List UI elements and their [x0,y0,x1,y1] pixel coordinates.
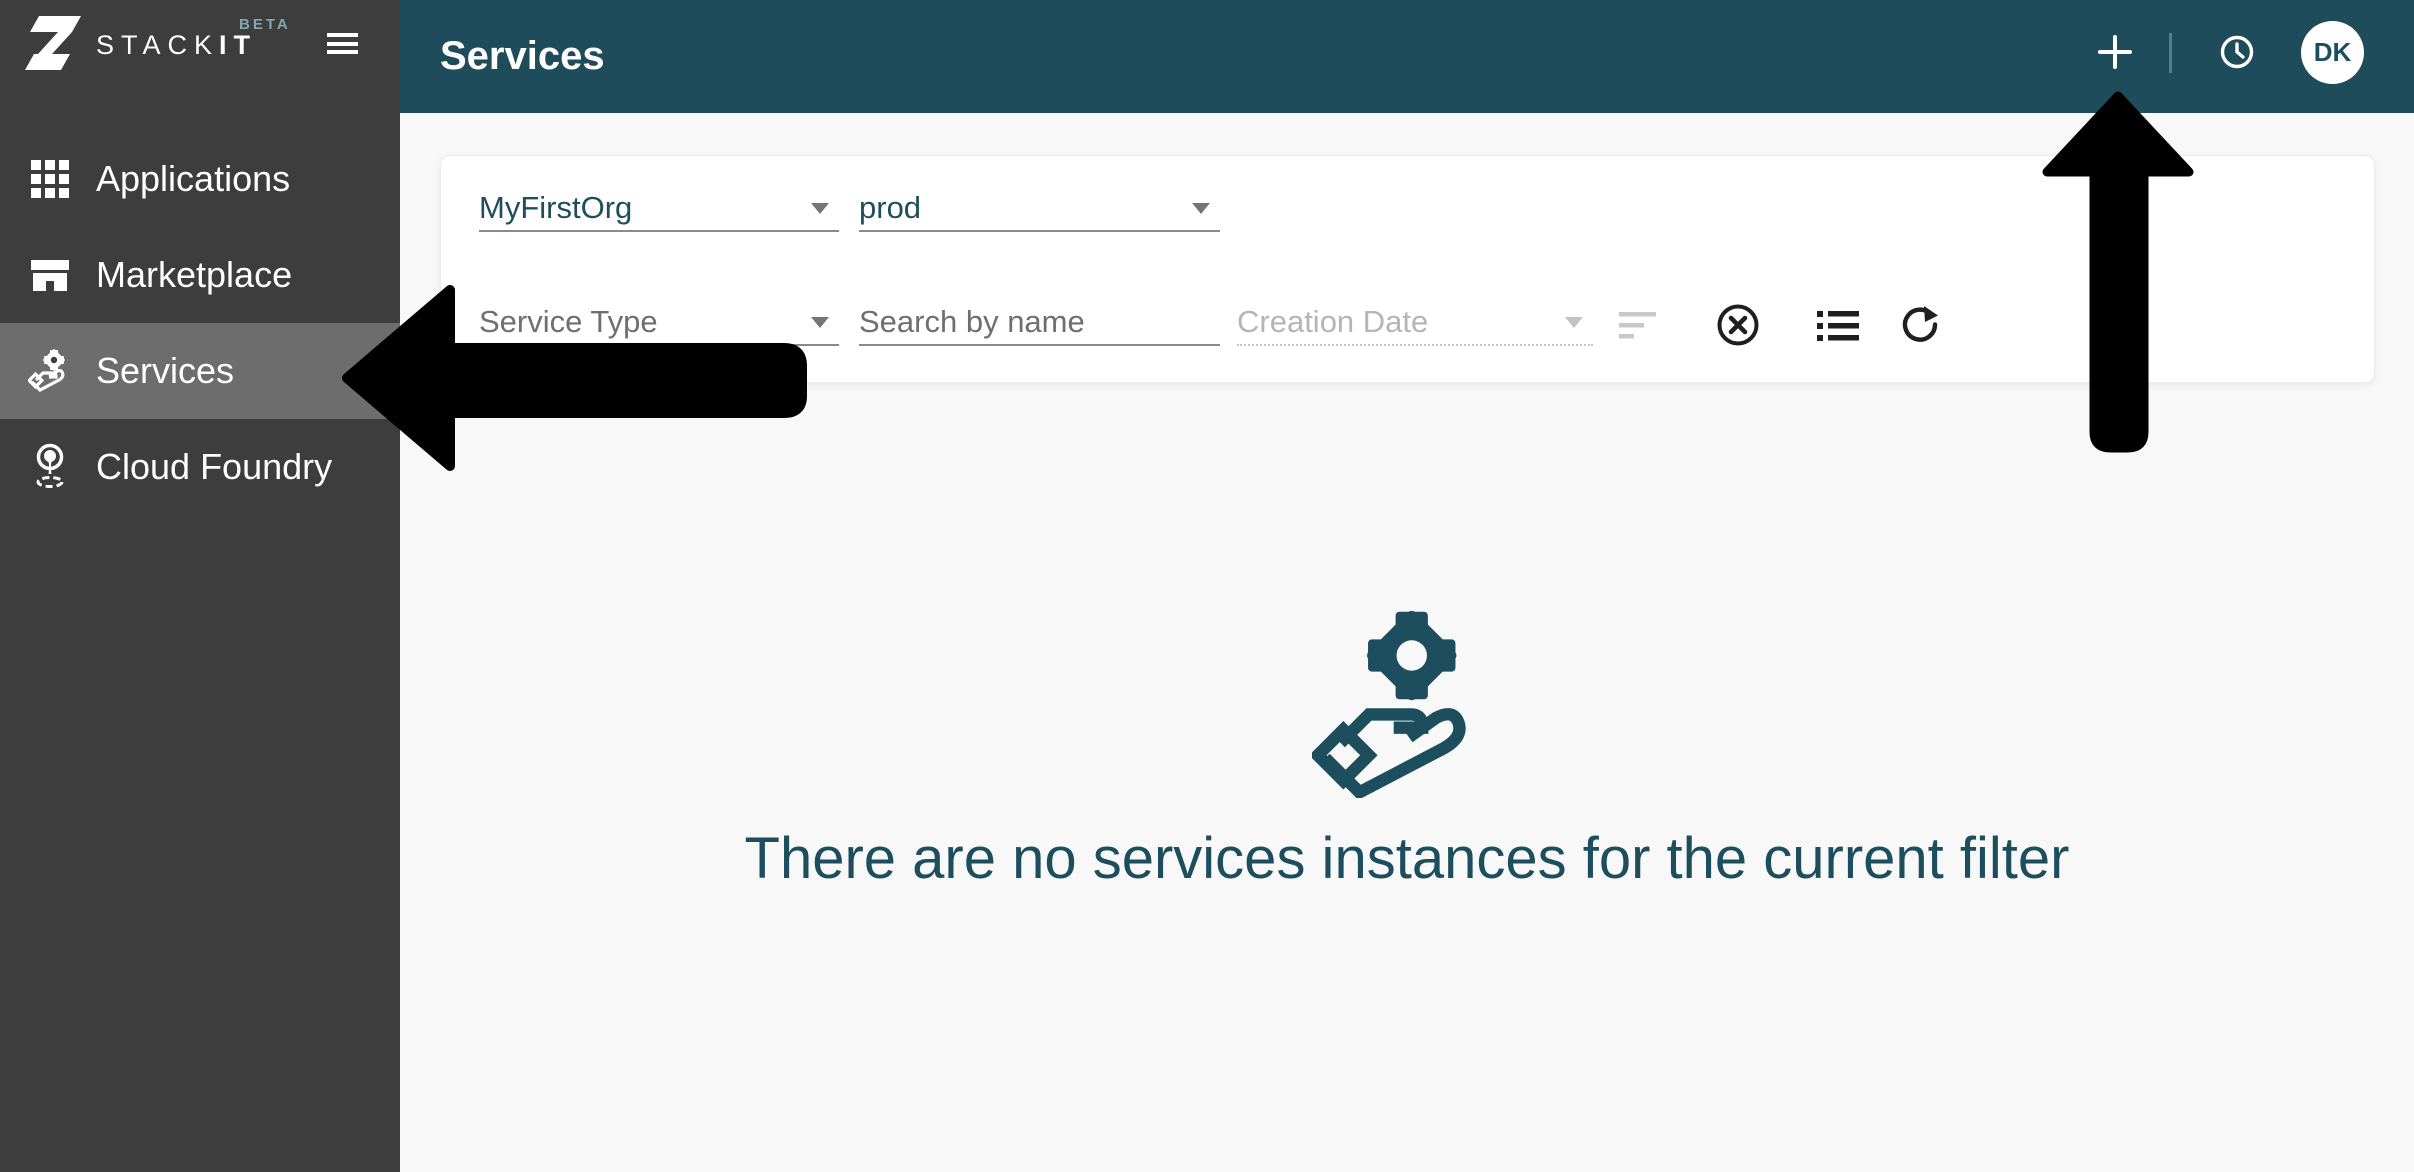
organization-value: MyFirstOrg [479,190,811,226]
sidebar-item-cloud-foundry[interactable]: Cloud Foundry [0,419,400,515]
sidebar-item-services[interactable]: Services [0,323,400,419]
creation-date-label: Creation Date [1237,304,1565,340]
refresh-button[interactable] [1897,302,1941,346]
filter-card: MyFirstOrg prod Service Type Creation Da… [440,155,2375,383]
page-title: Services [440,0,605,113]
clear-filter-icon [1716,303,1760,347]
sort-icon [1619,311,1659,341]
sidebar-item-label: Cloud Foundry [96,446,332,488]
search-input[interactable] [859,300,1220,346]
sidebar-nav: Applications Marketplace [0,131,400,515]
beta-badge: BETA [239,16,291,33]
header-divider [2169,33,2172,73]
refresh-icon [1898,303,1940,345]
sidebar: STACKIT BETA Applications [0,0,400,1172]
sidebar-item-applications[interactable]: Applications [0,131,400,227]
brand-header: STACKIT BETA [0,0,400,86]
project-select[interactable]: prod [859,186,1220,232]
empty-state-message-wrap: There are no services instances for the … [400,826,2414,892]
storefront-icon [28,257,72,293]
sidebar-item-label: Services [96,350,234,392]
stackit-logo-icon [25,16,85,70]
chevron-down-icon [811,203,829,214]
chevron-down-icon [1192,203,1210,214]
cloud-foundry-icon [28,443,72,491]
plus-icon [2097,34,2133,70]
project-value: prod [859,190,1192,226]
chevron-down-icon [1565,317,1583,328]
creation-date-select: Creation Date [1237,300,1593,346]
clear-filter-button[interactable] [1716,303,1760,347]
history-button[interactable] [2219,34,2255,75]
apps-grid-icon [28,160,72,198]
chevron-down-icon [811,317,829,328]
organization-select[interactable]: MyFirstOrg [479,186,839,232]
list-view-icon [1817,310,1859,342]
empty-state-message: There are no services instances for the … [745,826,2070,892]
list-view-button[interactable] [1816,304,1860,348]
service-type-label: Service Type [479,304,811,340]
add-service-button[interactable] [2097,34,2133,75]
services-empty-icon [1312,608,1502,803]
brand-name: STACKIT [96,30,257,61]
hand-gear-icon [28,349,72,393]
service-type-select[interactable]: Service Type [479,300,839,346]
sidebar-item-label: Marketplace [96,254,292,296]
sort-button [1617,304,1661,348]
clock-icon [2219,34,2255,70]
user-avatar[interactable]: DK [2301,21,2364,84]
hamburger-menu-icon[interactable] [327,33,358,54]
top-header: Services DK [400,0,2414,113]
sidebar-item-label: Applications [96,158,290,200]
sidebar-item-marketplace[interactable]: Marketplace [0,227,400,323]
